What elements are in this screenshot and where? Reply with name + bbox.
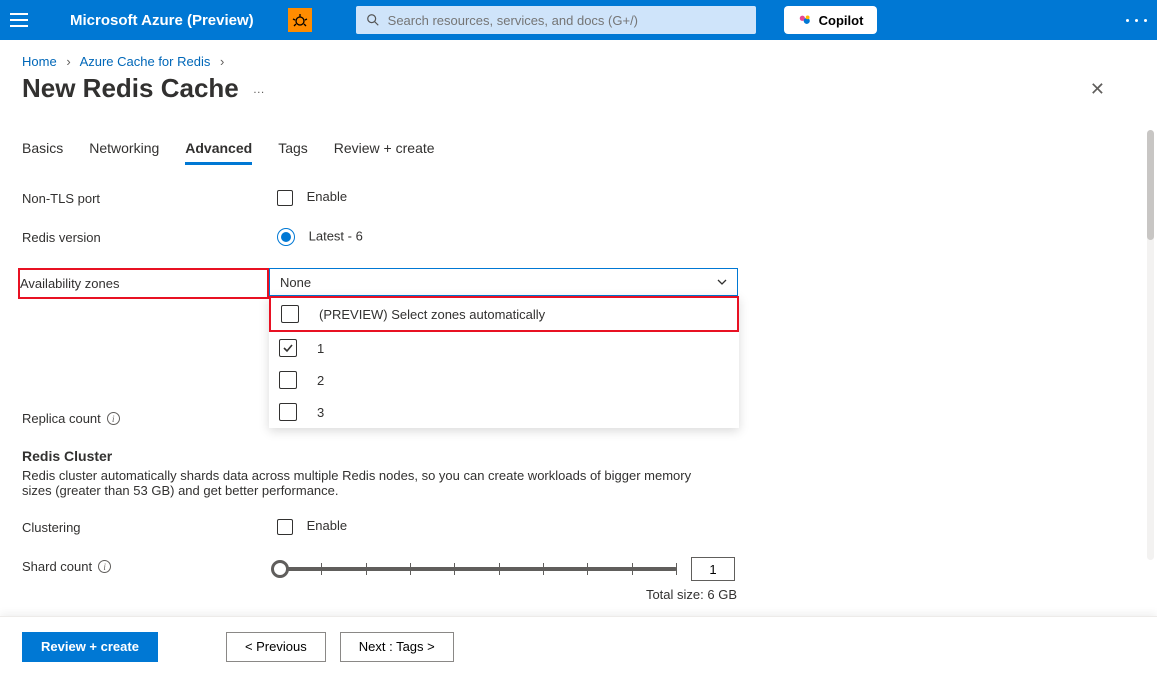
tabs: Basics Networking Advanced Tags Review +… [22,140,1135,165]
row-non-tls: Non-TLS port Enable [22,189,1135,206]
bug-icon[interactable] [288,8,312,32]
total-size: Total size: 6 GB [277,587,737,602]
zone-option-1[interactable]: 1 [269,332,739,364]
checkbox-zone-auto[interactable] [281,305,299,323]
label-shard-count: Shard count [22,559,92,574]
review-create-button[interactable]: Review + create [22,632,158,662]
tab-review[interactable]: Review + create [334,140,435,165]
zone-option-auto[interactable]: (PREVIEW) Select zones automatically [271,298,737,330]
search-box[interactable] [356,6,756,34]
checkbox-zone-1[interactable] [279,339,297,357]
label-replica-count: Replica count [22,411,101,426]
tab-advanced[interactable]: Advanced [185,140,252,165]
availability-zones-dropdown: (PREVIEW) Select zones automatically 1 2… [269,296,739,428]
section-redis-cluster: Redis Cluster Redis cluster automaticall… [22,448,1135,498]
checkbox-zone-2[interactable] [279,371,297,389]
heading-redis-cluster: Redis Cluster [22,448,1135,464]
title-row: New Redis Cache … ✕ [0,73,1157,116]
availability-zones-selected: None [280,275,311,290]
row-shard-count: Shard count i Total size: 6 GB 412.18 US… [22,557,1135,616]
checkbox-zone-3[interactable] [279,403,297,421]
checkbox-clustering[interactable] [277,519,293,535]
close-icon[interactable]: ✕ [1090,80,1105,98]
search-input[interactable] [388,13,746,28]
row-availability-zones: Availability zones None (PREVIEW) Select… [22,268,1135,299]
radio-latest-6-label: Latest - 6 [309,228,363,243]
zone-option-2[interactable]: 2 [269,364,739,396]
chevron-down-icon [715,275,729,289]
label-availability-zones: Availability zones [20,276,119,291]
breadcrumb: Home › Azure Cache for Redis › [0,40,1157,73]
tab-tags[interactable]: Tags [278,140,308,165]
slider-thumb[interactable] [271,560,289,578]
info-icon[interactable]: i [98,560,111,573]
label-non-tls: Non-TLS port [22,189,277,206]
overflow-menu[interactable] [1126,19,1147,22]
zone-option-1-label: 1 [317,341,324,356]
shard-slider[interactable] [277,562,677,576]
checkbox-non-tls-label: Enable [307,189,347,204]
scrollbar-thumb[interactable] [1147,130,1154,240]
page-title: New Redis Cache [22,73,239,104]
zone-option-auto-label: (PREVIEW) Select zones automatically [319,307,545,322]
scrollbar[interactable] [1147,130,1154,560]
tab-basics[interactable]: Basics [22,140,63,165]
checkbox-clustering-label: Enable [307,518,347,533]
row-redis-version: Redis version Latest - 6 [22,228,1135,246]
copilot-label: Copilot [819,13,864,28]
breadcrumb-home[interactable]: Home [22,54,57,69]
zone-option-3-label: 3 [317,405,324,420]
desc-redis-cluster: Redis cluster automatically shards data … [22,468,722,498]
checkbox-non-tls[interactable] [277,190,293,206]
copilot-button[interactable]: Copilot [784,6,878,34]
footer: Review + create < Previous Next : Tags > [0,616,1157,676]
info-icon[interactable]: i [107,412,120,425]
top-bar: Microsoft Azure (Preview) Copilot [0,0,1157,40]
radio-latest-6[interactable] [277,228,295,246]
previous-button[interactable]: < Previous [226,632,326,662]
availability-zones-select[interactable]: None [269,268,738,296]
chevron-right-icon: › [66,54,70,69]
label-redis-version: Redis version [22,228,277,245]
next-button[interactable]: Next : Tags > [340,632,454,662]
brand-label[interactable]: Microsoft Azure (Preview) [70,12,254,29]
main-content: Basics Networking Advanced Tags Review +… [0,120,1157,616]
zone-option-3[interactable]: 3 [269,396,739,428]
copilot-icon [798,13,812,27]
label-clustering: Clustering [22,518,277,535]
menu-icon[interactable] [10,13,28,27]
breadcrumb-service[interactable]: Azure Cache for Redis [80,54,211,69]
search-icon [366,13,380,27]
tab-networking[interactable]: Networking [89,140,159,165]
zone-option-2-label: 2 [317,373,324,388]
row-clustering: Clustering Enable [22,518,1135,535]
chevron-right-icon: › [220,54,224,69]
more-icon[interactable]: … [253,82,267,96]
shard-count-input[interactable] [691,557,735,581]
